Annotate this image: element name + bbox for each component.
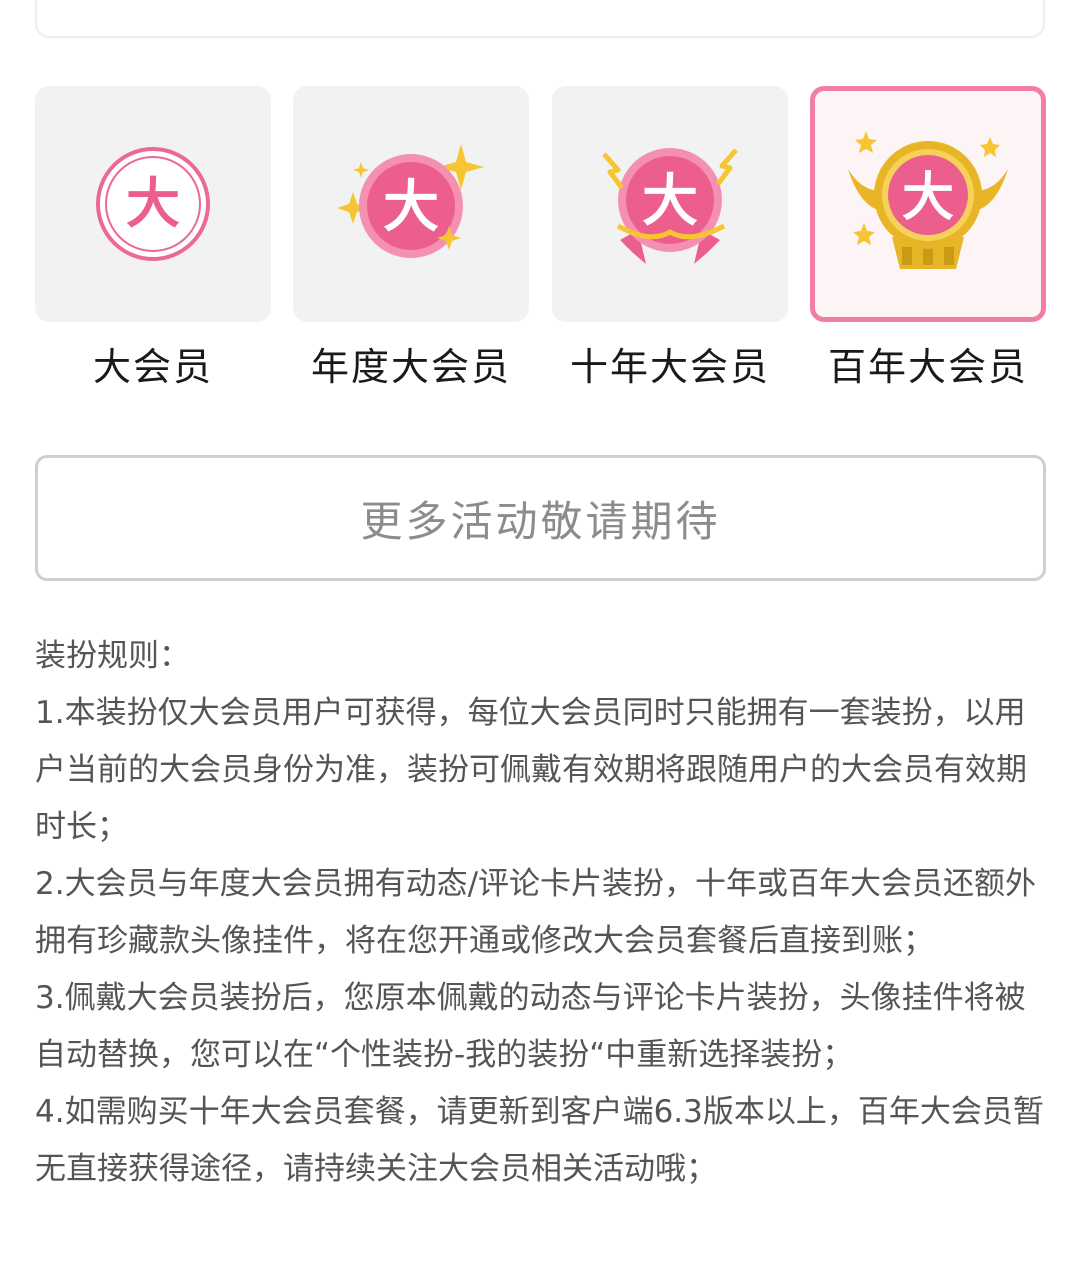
tier-badge-box[interactable]: 大 [293, 86, 529, 322]
tier-option-annual[interactable]: 大 年度大会员 [293, 86, 529, 391]
top-card [35, 0, 1045, 38]
tier-badge-box[interactable]: 大 [35, 86, 271, 322]
rule-item: 1.本装扮仅大会员用户可获得，每位大会员同时只能拥有一套装扮，以用户当前的大会员… [35, 695, 1027, 845]
annual-badge-icon: 大 [331, 134, 491, 274]
badge-char: 大 [126, 172, 180, 235]
tier-option-basic[interactable]: 大 大会员 [35, 86, 271, 391]
tier-label: 十年大会员 [569, 345, 770, 389]
ten-year-badge-icon: 大 [590, 134, 750, 274]
decoration-rules: 装扮规则： 1.本装扮仅大会员用户可获得，每位大会员同时只能拥有一套装扮，以用户… [35, 628, 1050, 1198]
more-activities-button[interactable]: 更多活动敬请期待 [35, 455, 1046, 581]
tier-badge-box[interactable]: 大 [552, 86, 788, 322]
rule-item: 3.佩戴大会员装扮后，您原本佩戴的动态与评论卡片装扮，头像挂件将被自动替换，您可… [35, 980, 1026, 1073]
tier-label: 年度大会员 [310, 345, 511, 389]
badge-char: 大 [383, 175, 439, 240]
tier-label: 百年大会员 [827, 345, 1028, 389]
hundred-year-badge-icon: 大 [840, 129, 1016, 279]
badge-char: 大 [642, 169, 698, 234]
badge-char: 大 [902, 168, 954, 228]
tier-options: 大 大会员 大 年度大会员 大 十年大会员 大 百年大会员 [35, 86, 1046, 396]
rule-item: 4.如需购买十年大会员套餐，请更新到客户端6.3版本以上，百年大会员暂无直接获得… [35, 1094, 1044, 1187]
tier-label: 大会员 [92, 345, 213, 389]
tier-option-ten-year[interactable]: 大 十年大会员 [552, 86, 788, 391]
rules-title: 装扮规则： [35, 638, 190, 674]
tier-option-hundred-year[interactable]: 大 百年大会员 [810, 86, 1046, 391]
basic-badge-icon: 大 [93, 144, 213, 264]
tier-badge-box-selected[interactable]: 大 [810, 86, 1046, 322]
rule-item: 2.大会员与年度大会员拥有动态/评论卡片装扮，十年或百年大会员还额外拥有珍藏款头… [35, 866, 1037, 959]
